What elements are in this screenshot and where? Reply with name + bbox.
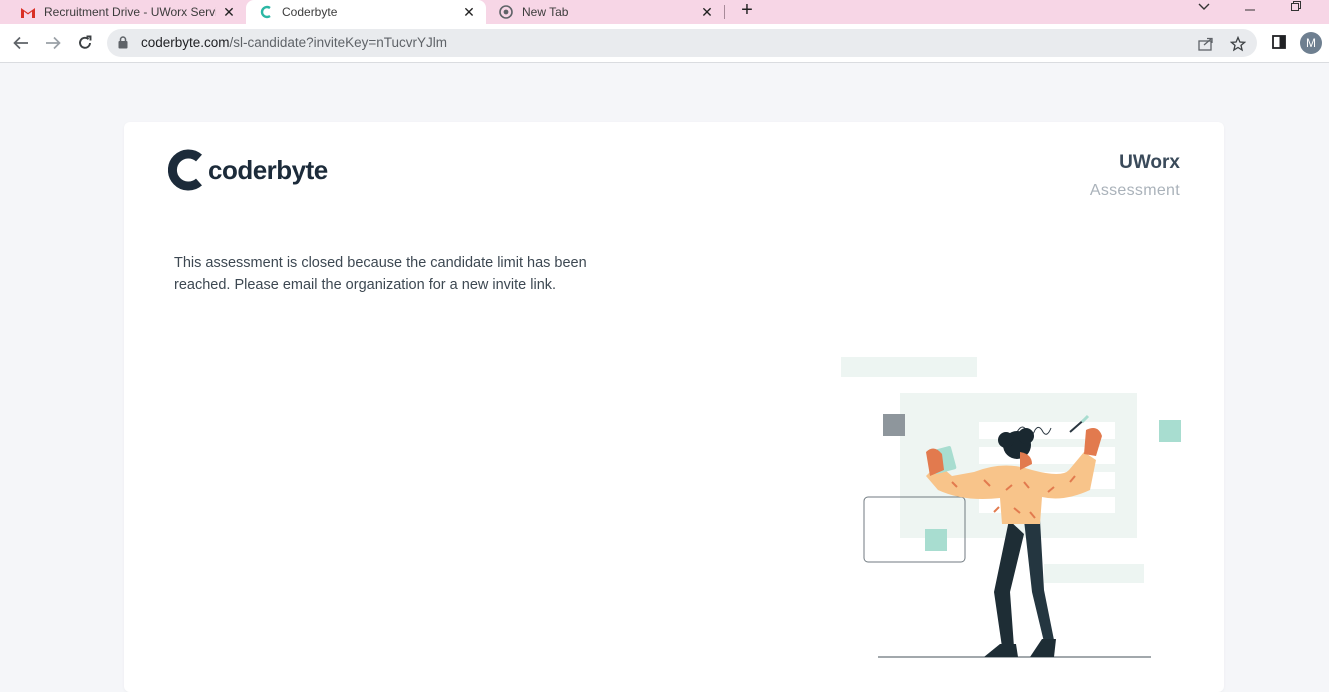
tab-coderbyte[interactable]: Coderbyte ✕ <box>246 0 486 24</box>
side-panel-icon[interactable] <box>1270 33 1288 51</box>
person-writing-illustration <box>841 357 1181 658</box>
chrome-icon <box>498 4 514 20</box>
restore-icon[interactable] <box>1289 0 1303 14</box>
coderbyte-logo-icon <box>168 149 202 191</box>
close-tab-icon[interactable]: ✕ <box>698 3 716 21</box>
minimize-icon[interactable] <box>1243 2 1257 16</box>
close-tab-icon[interactable]: ✕ <box>220 3 238 21</box>
share-icon[interactable] <box>1197 35 1215 53</box>
back-arrow-icon[interactable] <box>10 32 32 54</box>
tab-strip: Recruitment Drive - UWorx Servic ✕ Coder… <box>0 0 1329 24</box>
tab-new-tab[interactable]: New Tab ✕ <box>486 0 724 24</box>
lock-icon[interactable] <box>118 36 128 54</box>
address-bar[interactable]: coderbyte.com/sl-candidate?inviteKey=nTu… <box>107 29 1257 57</box>
tab-title: Recruitment Drive - UWorx Servic <box>44 5 216 19</box>
gmail-icon <box>20 4 36 20</box>
org-subtitle: Assessment <box>1089 182 1180 199</box>
org-header: UWorx Assessment <box>1090 152 1180 200</box>
tab-title: Coderbyte <box>282 5 338 19</box>
tab-gmail[interactable]: Recruitment Drive - UWorx Servic ✕ <box>0 0 246 24</box>
browser-toolbar: coderbyte.com/sl-candidate?inviteKey=nTu… <box>0 24 1329 63</box>
closed-message: This assessment is closed because the ca… <box>174 255 587 293</box>
tab-title: New Tab <box>522 5 569 19</box>
coderbyte-icon <box>258 4 274 20</box>
reload-icon[interactable] <box>74 32 96 54</box>
coderbyte-logo[interactable]: coderbyte <box>168 149 328 191</box>
profile-avatar[interactable]: M <box>1300 32 1322 54</box>
url-host: coderbyte.com <box>141 35 230 50</box>
logo-text: coderbyte <box>208 154 328 185</box>
org-name: UWorx <box>1119 152 1180 173</box>
close-tab-icon[interactable]: ✕ <box>460 3 478 21</box>
new-tab-button[interactable]: + <box>736 0 758 22</box>
assessment-card: coderbyte UWorx Assessment This assessme… <box>124 122 1224 692</box>
forward-arrow-icon[interactable] <box>42 32 64 54</box>
tab-separator <box>724 5 725 19</box>
url-path: /sl-candidate?inviteKey=nTucvrYJlm <box>229 35 448 50</box>
url-text: coderbyte.com/sl-candidate?inviteKey=nTu… <box>141 35 447 50</box>
tab-search-chevron-icon[interactable] <box>1196 0 1212 14</box>
bookmark-star-icon[interactable] <box>1229 35 1247 53</box>
